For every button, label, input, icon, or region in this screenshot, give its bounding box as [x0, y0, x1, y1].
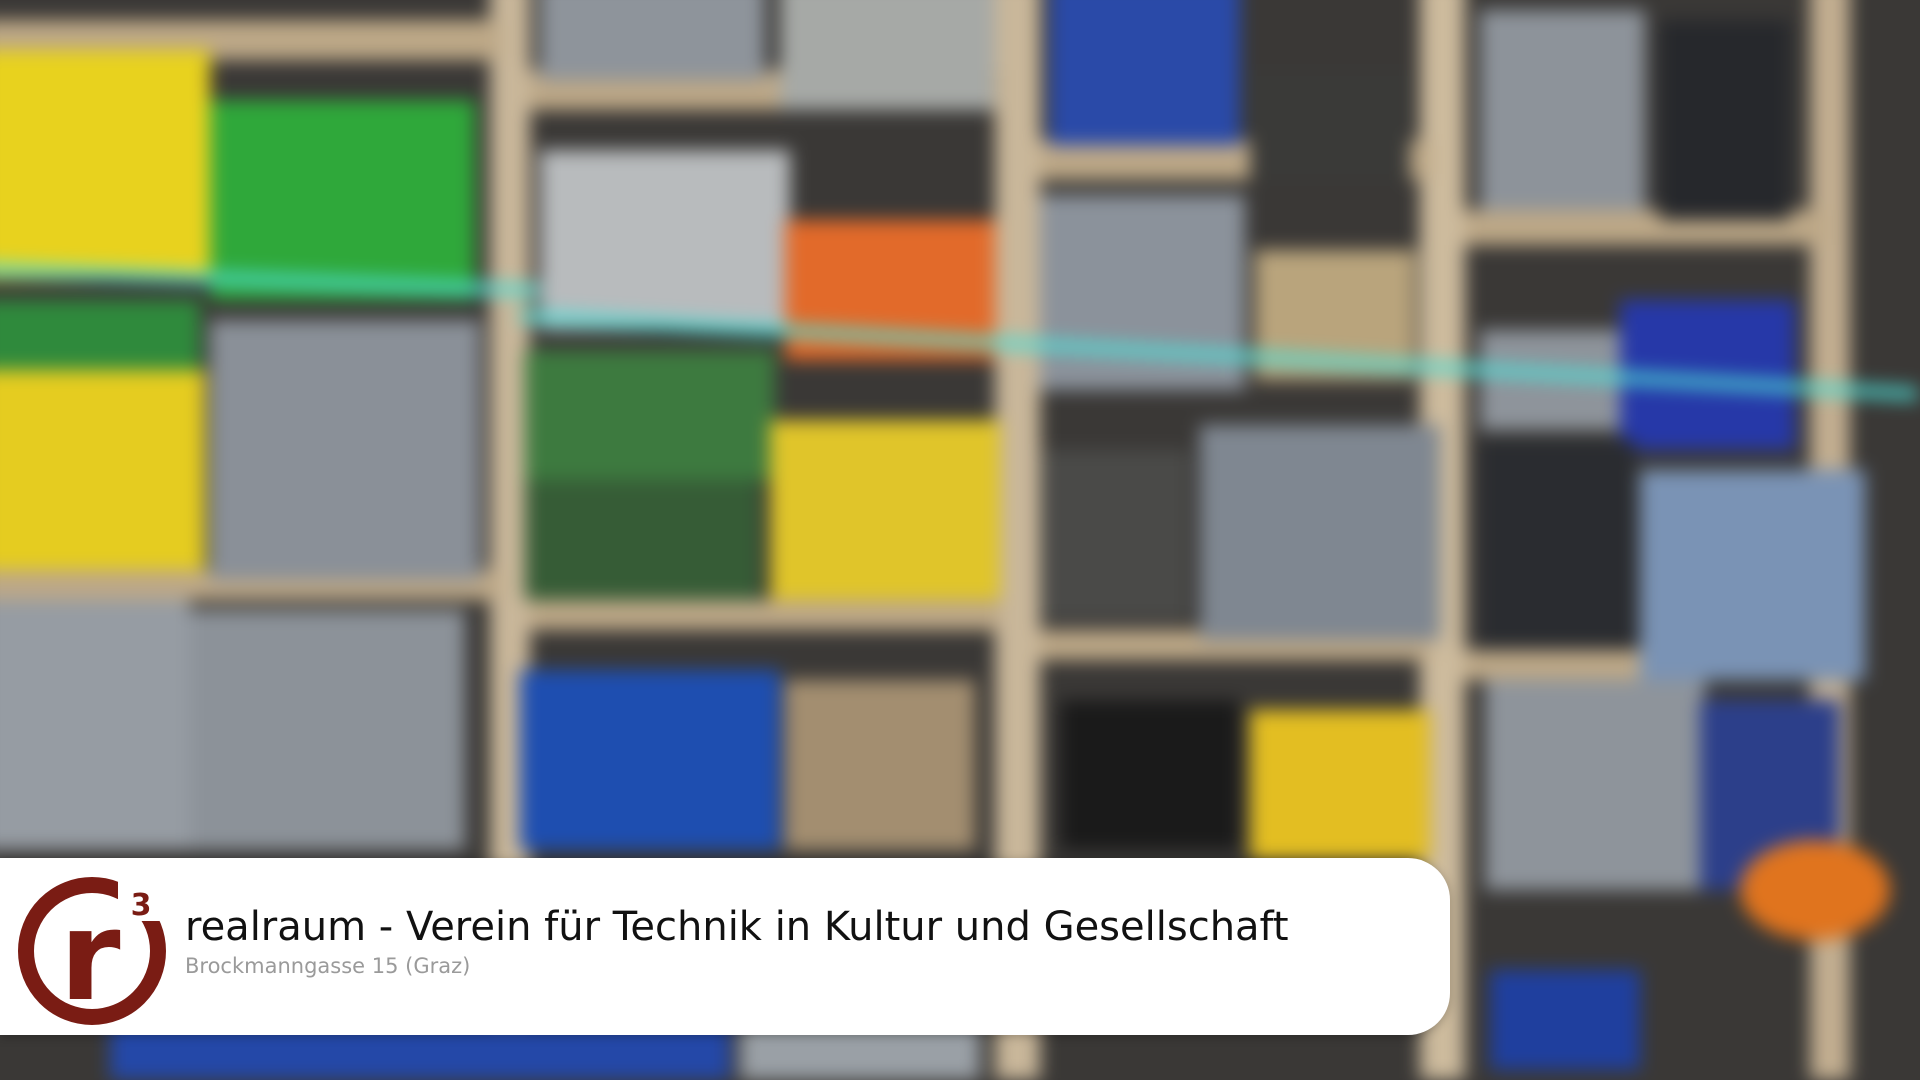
- realraum-logo: 3 r: [18, 875, 166, 1027]
- screen: 3 r realraum - Verein für Technik in Kul…: [0, 0, 1920, 1080]
- organization-title: realraum - Verein für Technik in Kultur …: [185, 904, 1289, 950]
- logo-letter: r: [59, 885, 120, 1027]
- logo-superscript: 3: [131, 888, 152, 923]
- address-subtitle: Brockmanngasse 15 (Graz): [185, 954, 471, 978]
